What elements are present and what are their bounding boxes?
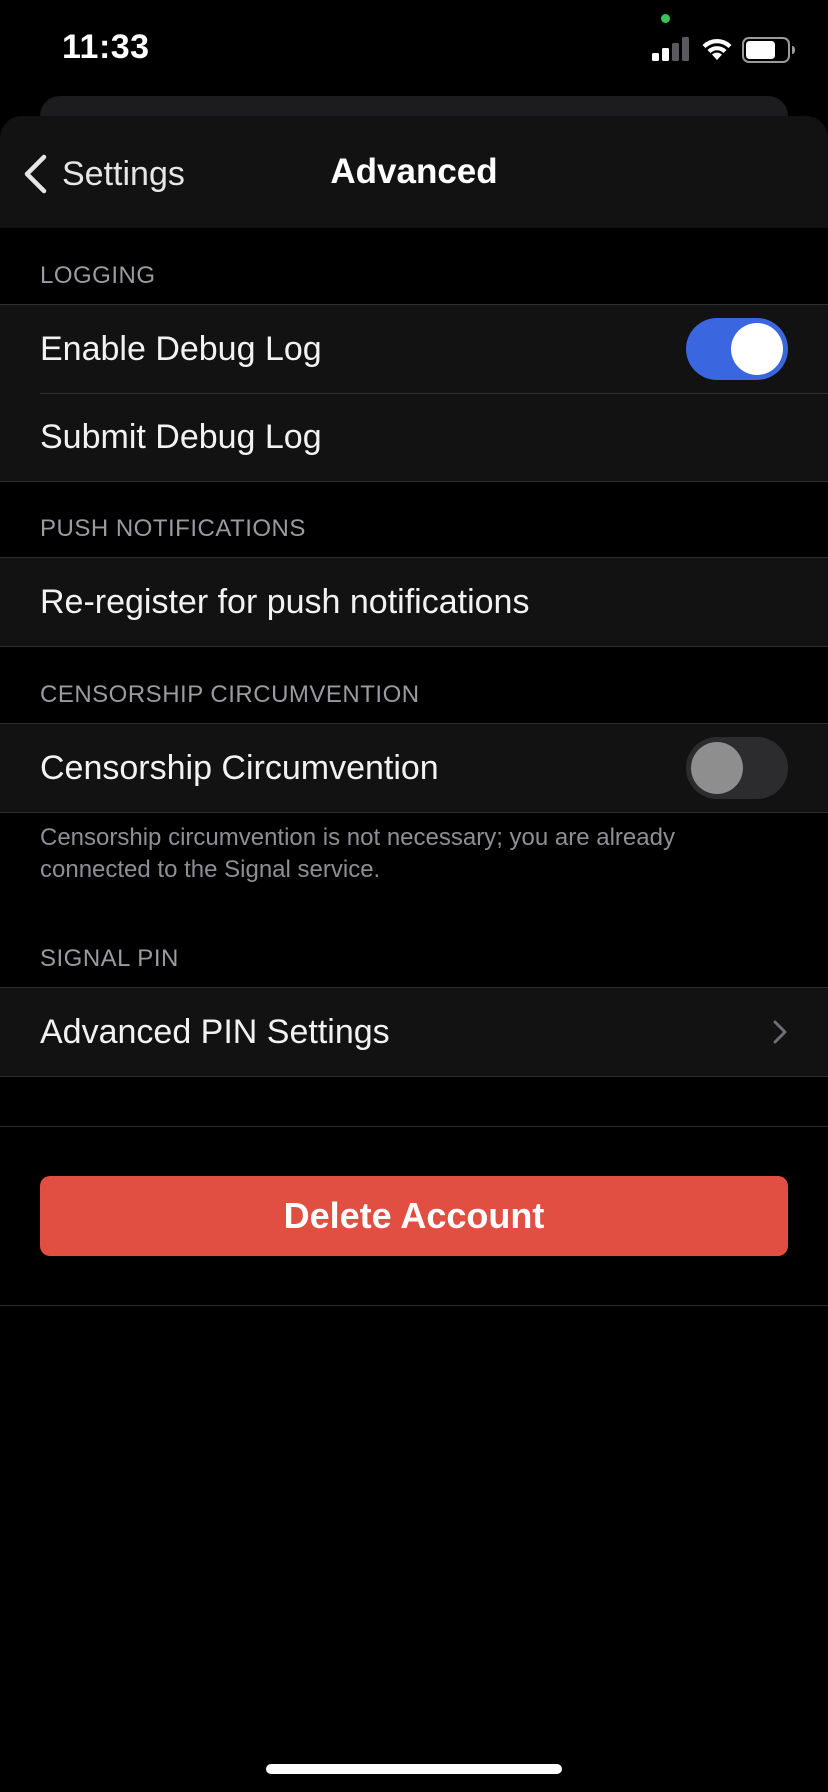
page-title: Advanced bbox=[330, 152, 498, 191]
advanced-pin-settings-row[interactable]: Advanced PIN Settings bbox=[0, 988, 828, 1076]
signal-icon bbox=[652, 37, 689, 61]
censorship-circumvention-label: Censorship Circumvention bbox=[40, 748, 439, 787]
status-time: 11:33 bbox=[62, 28, 150, 66]
enable-debug-log-toggle[interactable] bbox=[686, 318, 788, 380]
privacy-indicator-dot bbox=[661, 14, 670, 23]
section-header-logging: LOGGING bbox=[40, 262, 156, 289]
navigation-bar: Settings Advanced bbox=[0, 116, 828, 228]
logging-group: Enable Debug Log Submit Debug Log bbox=[0, 304, 828, 482]
signal-pin-group: Advanced PIN Settings bbox=[0, 987, 828, 1077]
wifi-icon bbox=[702, 38, 732, 60]
censorship-group: Censorship Circumvention bbox=[0, 723, 828, 813]
section-header-censorship: CENSORSHIP CIRCUMVENTION bbox=[40, 681, 420, 708]
battery-icon bbox=[742, 37, 795, 63]
enable-debug-log-row: Enable Debug Log bbox=[0, 305, 828, 393]
reregister-push-label: Re-register for push notifications bbox=[40, 582, 530, 621]
section-header-push-notifications: PUSH NOTIFICATIONS bbox=[40, 515, 306, 542]
chevron-right-icon bbox=[773, 1020, 787, 1044]
delete-account-button[interactable]: Delete Account bbox=[40, 1176, 788, 1256]
reregister-push-row[interactable]: Re-register for push notifications bbox=[0, 558, 828, 646]
censorship-footer-note: Censorship circumvention is not necessar… bbox=[40, 824, 675, 883]
censorship-circumvention-row: Censorship Circumvention bbox=[0, 724, 828, 812]
push-notifications-group: Re-register for push notifications bbox=[0, 557, 828, 647]
home-indicator bbox=[266, 1764, 562, 1774]
submit-debug-log-row[interactable]: Submit Debug Log bbox=[0, 393, 828, 481]
status-bar: 11:33 bbox=[0, 0, 828, 100]
censorship-circumvention-toggle[interactable] bbox=[686, 737, 788, 799]
enable-debug-log-label: Enable Debug Log bbox=[40, 329, 322, 368]
submit-debug-log-label: Submit Debug Log bbox=[40, 417, 322, 456]
toggle-knob bbox=[691, 742, 743, 794]
divider bbox=[0, 1305, 828, 1306]
toggle-knob bbox=[731, 323, 783, 375]
section-header-signal-pin: SIGNAL PIN bbox=[40, 945, 179, 972]
advanced-pin-settings-label: Advanced PIN Settings bbox=[40, 1012, 390, 1051]
divider bbox=[0, 1126, 828, 1127]
